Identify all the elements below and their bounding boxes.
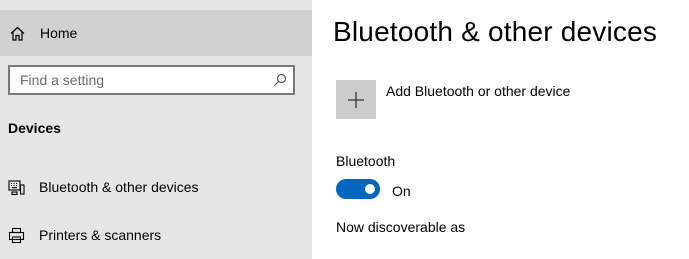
search-icon[interactable] <box>273 73 287 87</box>
bluetooth-toggle[interactable] <box>336 179 380 199</box>
sidebar-item-printers[interactable]: Printers & scanners <box>0 222 312 252</box>
sidebar-item-label: Printers & scanners <box>39 227 162 243</box>
bluetooth-heading: Bluetooth <box>336 153 396 169</box>
sidebar-item-bluetooth[interactable]: Bluetooth & other devices <box>0 174 312 204</box>
search-input[interactable]: Find a setting <box>8 65 295 95</box>
discoverable-text: Now discoverable as <box>336 219 466 235</box>
main-content: Bluetooth & other devices Add Bluetooth … <box>312 0 689 259</box>
plus-icon <box>348 92 364 108</box>
add-device-button[interactable] <box>336 80 376 119</box>
bluetooth-devices-icon <box>8 179 25 196</box>
home-icon <box>9 25 26 42</box>
page-title: Bluetooth & other devices <box>333 16 658 47</box>
nav-home[interactable]: Home <box>0 10 312 56</box>
search-placeholder: Find a setting <box>20 72 105 88</box>
toggle-knob <box>365 184 375 194</box>
section-title: Devices <box>8 120 61 136</box>
printer-icon <box>8 227 25 244</box>
sidebar: Home Find a setting Devices Bluetooth & … <box>0 0 312 259</box>
nav-home-label: Home <box>40 25 78 41</box>
sidebar-item-label: Bluetooth & other devices <box>39 179 199 195</box>
add-device-label[interactable]: Add Bluetooth or other device <box>386 83 570 99</box>
toggle-state-label: On <box>392 183 411 199</box>
